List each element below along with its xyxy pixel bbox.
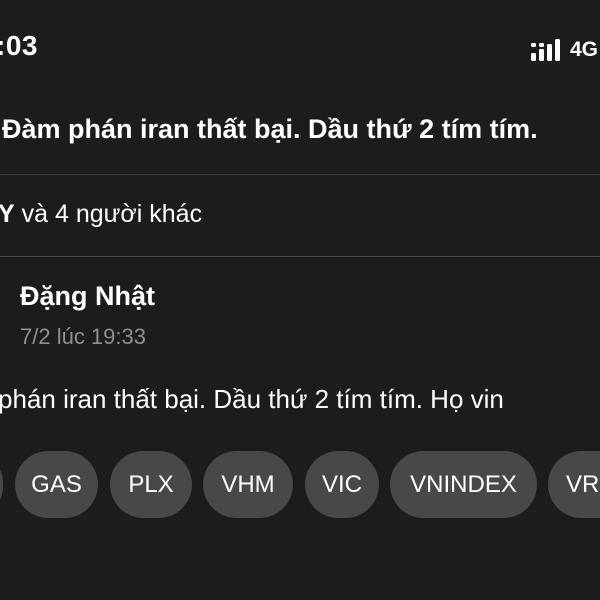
post-timestamp: 7/2 lúc 19:33 [20, 324, 146, 349]
status-bar: :03 4G [0, 0, 600, 92]
post-title: Đàm phán iran thất bại. Dầu thứ 2 tím tí… [2, 114, 538, 144]
post-body-text: phán iran thất bại. Dầu thứ 2 tím tím. H… [0, 384, 504, 414]
ticker-tag-vic[interactable]: VIC [305, 451, 379, 518]
likes-others-text[interactable]: và 4 người khác [15, 200, 202, 228]
signal-bars-icon [531, 39, 560, 61]
ticker-tag[interactable] [0, 451, 3, 518]
liker-name[interactable]: Y [0, 200, 15, 228]
post-detail-screen: :03 4G Đàm phán iran thất bại. Dầu thứ 2… [0, 0, 600, 600]
ticker-tags-row: GAS PLX VHM VIC VNINDEX VR [0, 451, 600, 521]
ticker-tag-plx[interactable]: PLX [110, 451, 192, 518]
ticker-tag-vhm[interactable]: VHM [203, 451, 293, 518]
status-time: :03 [0, 30, 38, 61]
likes-summary[interactable]: Y và 4 người khác [0, 200, 202, 229]
ticker-tag-vr[interactable]: VR [548, 451, 600, 518]
likes-summary-row[interactable]: Y và 4 người khác [0, 176, 600, 257]
post-title-row: Đàm phán iran thất bại. Dầu thứ 2 tím tí… [0, 92, 600, 175]
author-name[interactable]: Đặng Nhật [20, 281, 155, 312]
ticker-tag-vnindex[interactable]: VNINDEX [390, 451, 537, 518]
network-type-label: 4G [570, 38, 599, 61]
ticker-tag-gas[interactable]: GAS [15, 451, 98, 518]
